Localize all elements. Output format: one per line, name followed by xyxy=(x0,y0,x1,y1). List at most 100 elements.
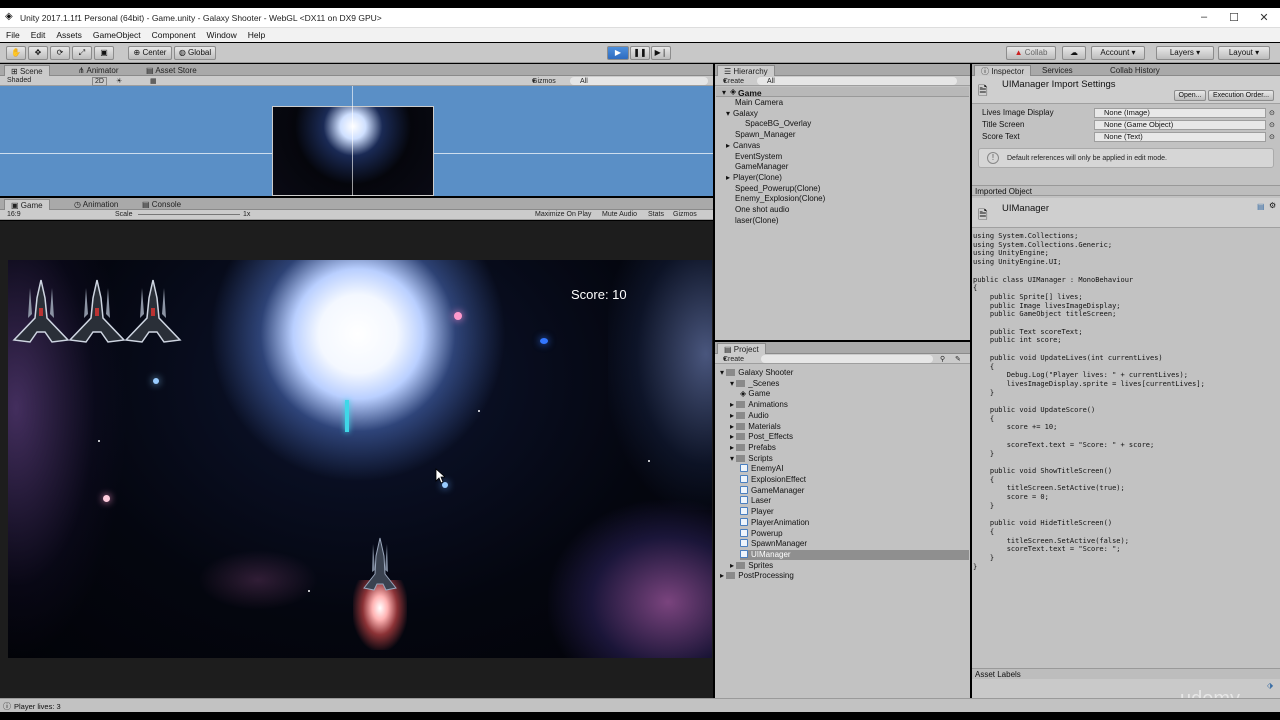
field-title-screen[interactable]: None (Game Object) xyxy=(1094,120,1266,130)
menu-gameobject[interactable]: GameObject xyxy=(87,28,146,40)
hierarchy-item[interactable]: EventSystem xyxy=(735,152,782,162)
tab-animator[interactable]: ⋔ Animator xyxy=(72,65,125,76)
play-button[interactable]: ▶ xyxy=(607,46,629,60)
rotate-tool-icon[interactable]: ⟳ xyxy=(50,46,70,60)
hierarchy-item[interactable]: One shot audio xyxy=(735,205,789,215)
game-gizmos-toggle[interactable]: Gizmos xyxy=(673,211,697,218)
project-script-item[interactable]: PlayerAnimation xyxy=(740,517,809,528)
hierarchy-scene-row[interactable]: ▾ ◈ Game xyxy=(716,87,969,98)
field-score-text[interactable]: None (Text) xyxy=(1094,132,1266,142)
project-script-item[interactable]: Laser xyxy=(740,496,771,506)
tab-asset-store[interactable]: ▤ Asset Store xyxy=(140,65,203,76)
expand-arrow-icon[interactable]: ▸ xyxy=(726,141,730,150)
hierarchy-item[interactable]: Speed_Powerup(Clone) xyxy=(735,184,820,194)
hierarchy-create-dropdown[interactable]: Create ▾ xyxy=(723,77,744,85)
image-effects-icon[interactable]: ▦ xyxy=(150,77,157,85)
project-script-item[interactable]: ExplosionEffect xyxy=(740,475,806,485)
tab-inspector[interactable]: ⓘ Inspector xyxy=(974,65,1032,76)
settings-gear-icon[interactable]: ⚙ xyxy=(1269,201,1276,210)
expand-arrow-icon[interactable]: ▾ xyxy=(726,109,730,118)
hierarchy-item[interactable]: Spawn_Manager xyxy=(735,130,795,140)
project-create-dropdown[interactable]: Create ▾ xyxy=(723,355,744,363)
filter-by-label-icon[interactable]: ✎ xyxy=(955,355,961,363)
menu-component[interactable]: Component xyxy=(146,28,201,40)
scene-gizmos-dropdown[interactable]: Gizmos ▾ xyxy=(532,77,556,85)
object-picker-icon[interactable]: ⊙ xyxy=(1269,133,1275,141)
project-folder-item[interactable]: ▾ _Scenes xyxy=(730,379,779,389)
global-button[interactable]: ◍ Global xyxy=(174,46,216,60)
minimize-button[interactable]: – xyxy=(1196,11,1212,23)
project-script-item[interactable]: UIManager xyxy=(740,549,969,560)
close-button[interactable]: ✕ xyxy=(1256,11,1272,24)
tab-scene[interactable]: ⊞ Scene xyxy=(4,65,50,76)
status-message[interactable]: Player lives: 3 xyxy=(14,702,61,711)
hierarchy-item[interactable]: Enemy_Explosion(Clone) xyxy=(735,194,825,204)
object-picker-icon[interactable]: ⊙ xyxy=(1269,109,1275,117)
hierarchy-item[interactable]: Main Camera xyxy=(735,98,783,108)
project-folder-item[interactable]: ▸ Sprites xyxy=(730,561,773,571)
filter-by-type-icon[interactable]: ⚲ xyxy=(940,355,945,363)
step-button[interactable]: ▶❘ xyxy=(651,46,671,60)
tab-services[interactable]: Services xyxy=(1036,65,1079,76)
project-folder-item[interactable]: ▸ Animations xyxy=(730,400,788,410)
project-folder-item[interactable]: ▾ Scripts xyxy=(730,454,773,464)
hierarchy-item[interactable]: ▸ Player(Clone) xyxy=(726,173,782,183)
project-folder-item[interactable]: ▸ Audio xyxy=(730,411,769,421)
menu-help[interactable]: Help xyxy=(242,28,270,40)
tab-game[interactable]: ▣ Game xyxy=(4,199,50,210)
hierarchy-item[interactable]: GameManager xyxy=(735,162,788,172)
game-view[interactable]: Score: 10 xyxy=(8,260,712,658)
expand-arrow-icon[interactable]: ▸ xyxy=(726,173,730,182)
move-tool-icon[interactable]: ✥ xyxy=(28,46,48,60)
project-script-item[interactable]: SpawnManager xyxy=(740,539,807,549)
project-script-item[interactable]: Player xyxy=(740,507,774,517)
tab-animation[interactable]: ◷ Animation xyxy=(68,199,124,210)
stats-toggle[interactable]: Stats xyxy=(648,211,664,218)
tab-console[interactable]: ▤ Console xyxy=(136,199,187,210)
project-folder-item[interactable]: ▸ PostProcessing xyxy=(720,571,794,581)
project-script-item[interactable]: GameManager xyxy=(740,485,804,496)
project-search-input[interactable] xyxy=(761,355,933,363)
pivot-center-button[interactable]: ⊕ Center xyxy=(128,46,172,60)
lighting-icon[interactable]: ☀ xyxy=(116,77,122,85)
scale-slider[interactable] xyxy=(138,214,240,215)
collab-button[interactable]: ▲ Collab xyxy=(1006,46,1056,60)
layers-dropdown[interactable]: Layers ▾ xyxy=(1156,46,1214,60)
project-folder-item[interactable]: ▸ Post_Effects xyxy=(730,432,793,442)
tab-collab-history[interactable]: Collab History xyxy=(1104,65,1166,76)
scale-tool-icon[interactable]: ⤢ xyxy=(72,46,92,60)
field-lives-image-display[interactable]: None (Image) xyxy=(1094,108,1266,118)
maximize-on-play-toggle[interactable]: Maximize On Play xyxy=(535,211,591,218)
hierarchy-search-input[interactable]: All xyxy=(757,77,957,85)
hierarchy-item[interactable]: SpaceBG_Overlay xyxy=(745,119,811,129)
shading-dropdown[interactable]: Shaded xyxy=(7,77,31,84)
open-button[interactable]: Open... xyxy=(1174,90,1206,101)
project-script-item[interactable]: Powerup xyxy=(740,528,783,539)
menu-file[interactable]: File xyxy=(0,28,25,40)
project-scene-item[interactable]: ◈ Game xyxy=(740,389,770,399)
account-dropdown[interactable]: Account ▾ xyxy=(1091,46,1145,60)
hierarchy-item[interactable]: ▾ Galaxy xyxy=(726,109,758,119)
project-script-item[interactable]: EnemyAI xyxy=(740,464,783,474)
hand-tool-icon[interactable]: ✋ xyxy=(6,46,26,60)
asset-label-icon[interactable]: ⬗ xyxy=(1267,681,1273,690)
tab-hierarchy[interactable]: ☰ Hierarchy xyxy=(717,65,775,76)
project-root-folder[interactable]: ▾ Galaxy Shooter xyxy=(720,368,793,378)
menu-assets[interactable]: Assets xyxy=(50,28,87,40)
pause-button[interactable]: ❚❚ xyxy=(630,46,650,60)
project-folder-item[interactable]: ▸ Prefabs xyxy=(730,443,776,453)
2d-toggle[interactable]: 2D xyxy=(92,77,107,86)
execution-order-button[interactable]: Execution Order... xyxy=(1208,90,1274,101)
tab-project[interactable]: ▤ Project xyxy=(717,343,766,354)
rect-tool-icon[interactable]: ▣ xyxy=(94,46,114,60)
project-folder-item[interactable]: ▸ Materials xyxy=(730,422,781,432)
help-book-icon[interactable]: ▤ xyxy=(1257,202,1265,211)
mute-audio-toggle[interactable]: Mute Audio xyxy=(602,211,637,218)
object-picker-icon[interactable]: ⊙ xyxy=(1269,121,1275,129)
cloud-icon[interactable]: ☁ xyxy=(1062,46,1086,60)
aspect-dropdown[interactable]: 16:9 xyxy=(7,211,21,218)
hierarchy-item[interactable]: ▸ Canvas xyxy=(726,141,760,151)
layout-dropdown[interactable]: Layout ▾ xyxy=(1218,46,1270,60)
scene-view[interactable] xyxy=(0,86,713,196)
hierarchy-item[interactable]: laser(Clone) xyxy=(735,216,779,226)
